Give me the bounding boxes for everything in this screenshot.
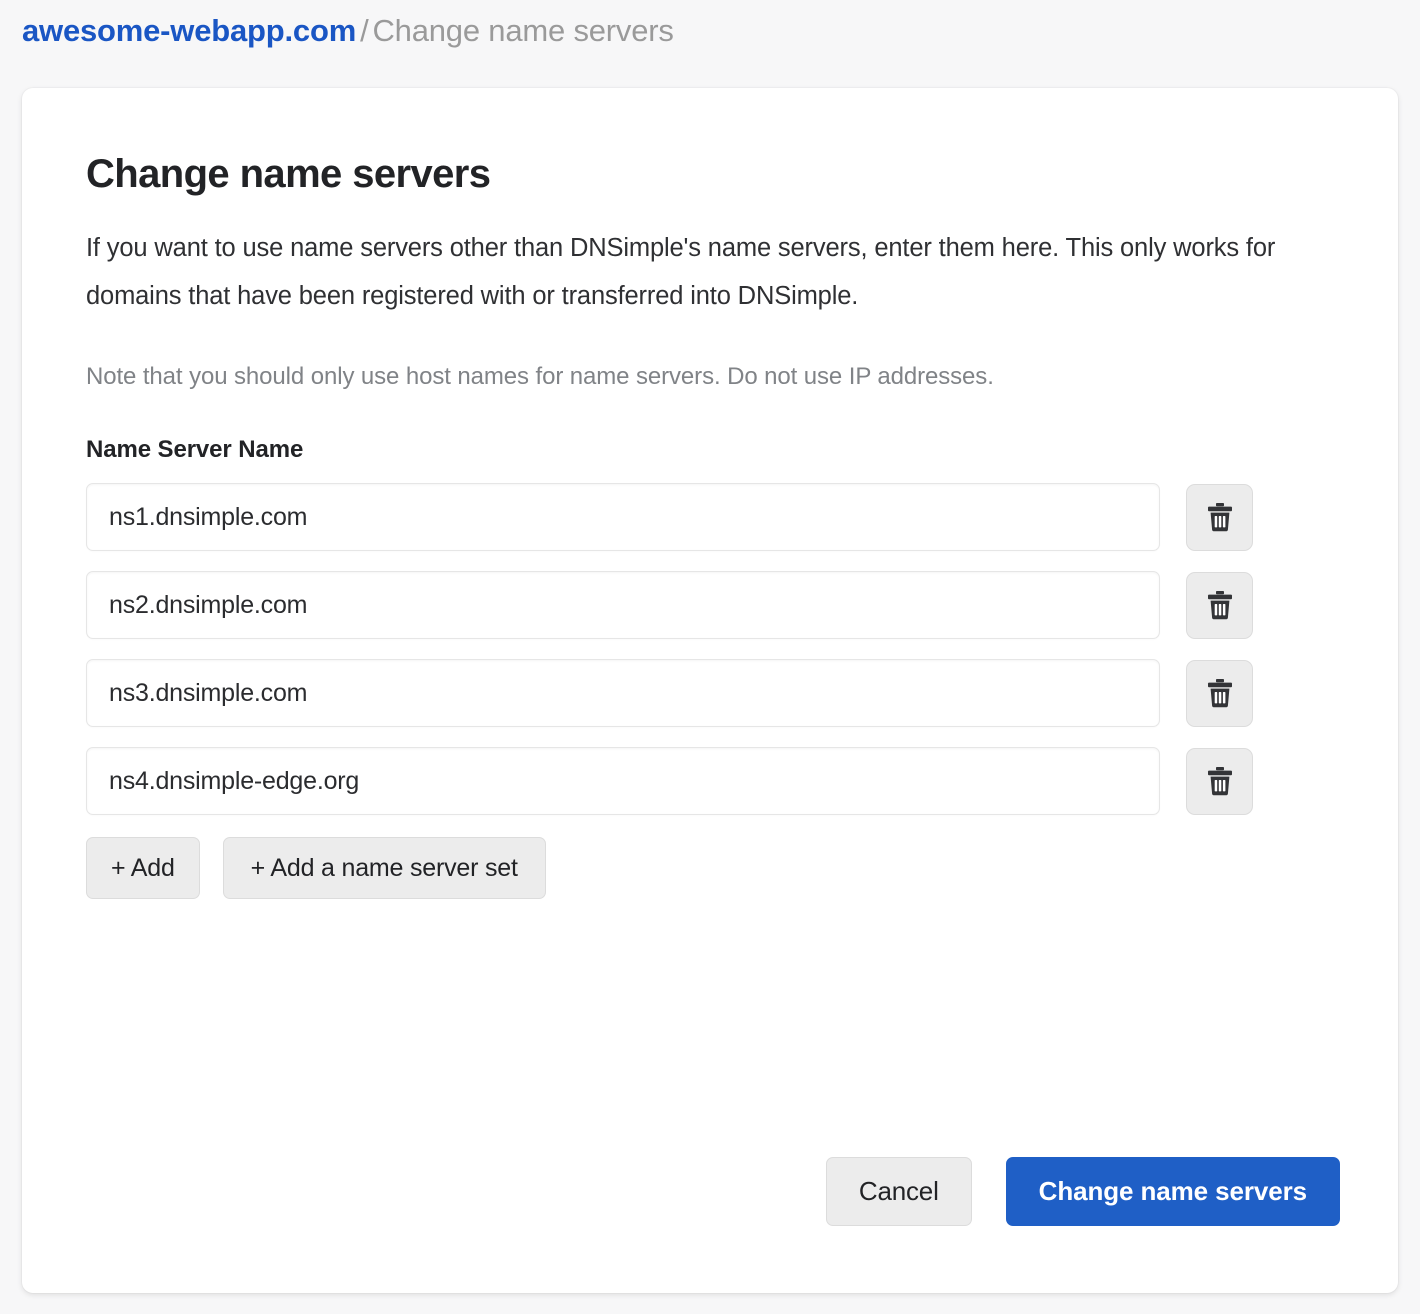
delete-name-server-button-3[interactable]	[1186, 659, 1253, 727]
cancel-button[interactable]: Cancel	[825, 1157, 972, 1226]
add-buttons-row: + Add + Add a name server set	[86, 837, 1332, 899]
name-server-row	[86, 483, 1332, 551]
delete-name-server-button-2[interactable]	[1186, 571, 1253, 639]
breadcrumb-domain-link[interactable]: awesome-webapp.com	[22, 13, 356, 48]
card-content: Change name servers If you want to use n…	[22, 88, 1398, 899]
name-server-input-2[interactable]	[86, 571, 1160, 639]
change-name-servers-card: Change name servers If you want to use n…	[22, 88, 1398, 1293]
note-text: Note that you should only use host names…	[86, 363, 994, 390]
name-server-row	[86, 659, 1332, 727]
name-server-row	[86, 747, 1332, 815]
trash-icon	[1205, 765, 1235, 797]
add-name-server-button[interactable]: + Add	[86, 837, 200, 899]
footer-actions: Cancel Change name servers	[825, 1157, 1340, 1226]
change-name-servers-submit-button[interactable]: Change name servers	[1005, 1157, 1340, 1226]
name-server-input-1[interactable]	[86, 483, 1160, 551]
delete-name-server-button-4[interactable]	[1186, 747, 1253, 815]
name-server-input-3[interactable]	[86, 659, 1160, 727]
trash-icon	[1205, 677, 1235, 709]
breadcrumb-separator: /	[360, 13, 369, 48]
intro-paragraph: If you want to use name servers other th…	[86, 234, 1276, 310]
name-server-name-label: Name Server Name	[86, 436, 304, 463]
page-title: Change name servers	[86, 152, 491, 196]
name-server-input-4[interactable]	[86, 747, 1160, 815]
delete-name-server-button-1[interactable]	[1186, 483, 1253, 551]
name-server-list	[86, 483, 1332, 815]
name-server-row	[86, 571, 1332, 639]
trash-icon	[1205, 589, 1235, 621]
add-name-server-set-button[interactable]: + Add a name server set	[222, 837, 546, 899]
breadcrumb: awesome-webapp.com / Change name servers	[22, 8, 674, 54]
trash-icon	[1205, 501, 1235, 533]
breadcrumb-current: Change name servers	[372, 13, 674, 48]
